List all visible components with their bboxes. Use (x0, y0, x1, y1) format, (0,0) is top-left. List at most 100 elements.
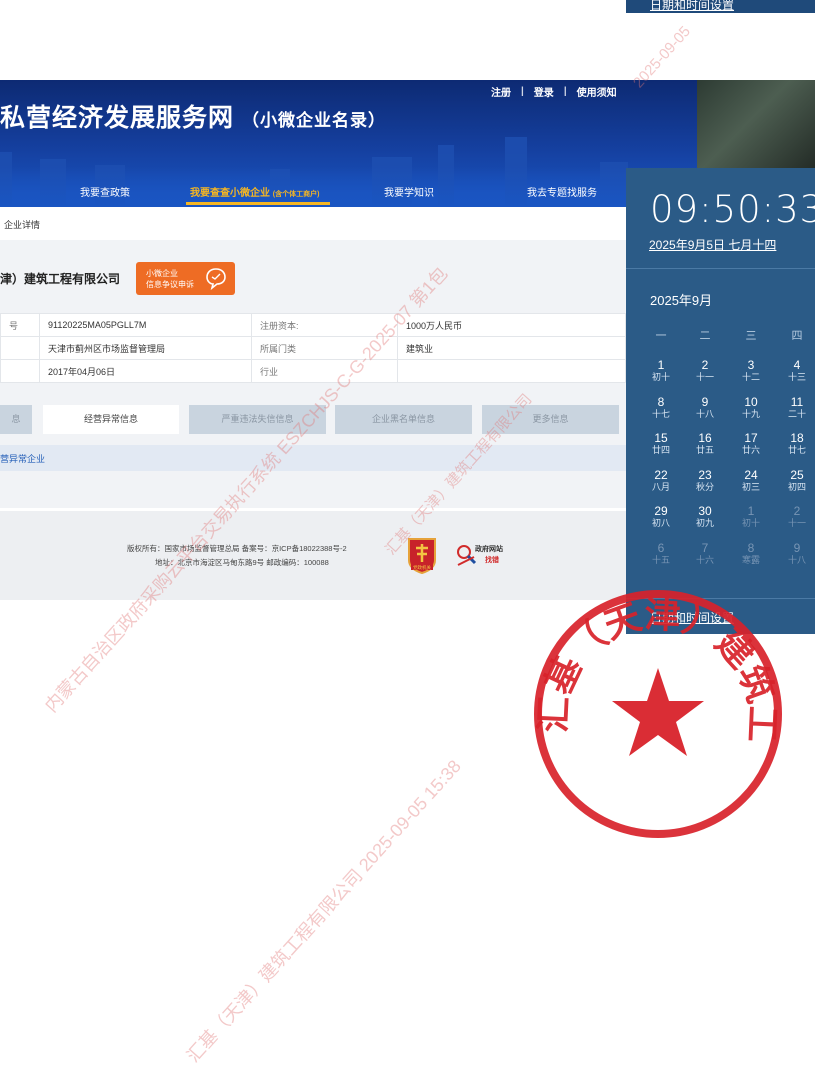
table-value: 天津市蓟州区市场监督管理局 (39, 336, 252, 360)
calendar-day[interactable]: 9 十八 (777, 540, 815, 566)
calendar-day[interactable]: 2 十一 (685, 359, 725, 383)
dispute-appeal-button[interactable]: 小微企业 信息争议申诉 (136, 262, 235, 295)
day-number: 1 (657, 358, 665, 372)
calendar-day[interactable]: 24 初三 (731, 467, 771, 493)
day-number: 18 (790, 431, 804, 445)
dispute-line1: 小微企业 (146, 269, 178, 278)
site-banner: 私营经济发展服务网 （小微企业名录） 注册 | 登录 | 使用须知 我要查政策 我… (0, 80, 697, 207)
clock-date-link[interactable]: 2025年9月5日 七月十四 (649, 236, 776, 253)
company-seal-stamp: 汇基（天津）建筑工程有限公司 (527, 583, 783, 838)
usage-notice-link[interactable]: 使用须知 (577, 84, 617, 99)
calendar-day[interactable]: 3 十二 (731, 359, 771, 383)
day-number: 1 (747, 504, 755, 518)
top-links: 注册 | 登录 | 使用须知 (491, 84, 617, 99)
calendar-day[interactable]: 9 十八 (685, 394, 725, 420)
company-info-table: 号 91120225MA05PGLL7M 注册资本: 1000万人民币 天津市蓟… (0, 313, 626, 383)
table-row: 2017年04月06日 行业 (0, 359, 626, 383)
lunar-day: 廿六 (741, 445, 760, 455)
day-number: 9 (701, 394, 709, 409)
tab-basic-info[interactable]: 息 (0, 405, 32, 434)
weekday-label: 四 (791, 330, 803, 342)
nav-policy[interactable]: 我要查政策 (80, 184, 130, 199)
calendar-month-label[interactable]: 2025年9月 (650, 290, 712, 309)
lunar-day: 十九 (741, 408, 760, 419)
calendar-day[interactable]: 18 廿七 (777, 432, 815, 456)
day-number: 16 (698, 431, 712, 445)
login-link[interactable]: 登录 (534, 84, 554, 99)
party-gov-emblem-icon[interactable]: 党政机关 (407, 536, 437, 574)
gov-badge-line1: 政府网站 (475, 546, 503, 553)
nav-small-business[interactable]: 我要查查小微企业 (含个体工商户) (190, 184, 319, 199)
table-label: 号 (0, 313, 40, 337)
calendar-day[interactable]: 6 十五 (641, 541, 681, 566)
watermark-text: 汇基（天津）建筑工程有限公司 2025-09-05 15:38 (182, 756, 465, 1067)
day-number: 3 (747, 358, 755, 372)
calendar-day[interactable]: 15 廿四 (641, 432, 681, 456)
gov-site-error-badge[interactable]: 政府网站 找错 (455, 542, 519, 568)
calendar-settings-link-top[interactable]: 日期和时间设置 (650, 0, 734, 13)
day-number: 9 (793, 540, 801, 555)
site-title: 私营经济发展服务网 （小微企业名录） (0, 104, 387, 132)
lunar-day: 十七 (651, 408, 670, 419)
emblem-label: 党政机关 (413, 564, 431, 571)
table-label (0, 336, 40, 360)
calendar-day[interactable]: 16 廿五 (685, 432, 725, 456)
table-value: 建筑业 (397, 336, 626, 360)
day-number: 29 (654, 504, 668, 518)
day-number: 2 (793, 504, 801, 518)
clock-time: 09:50:33 (650, 188, 815, 231)
table-row: 号 91120225MA05PGLL7M 注册资本: 1000万人民币 (0, 313, 626, 337)
lunar-day: 廿七 (787, 445, 806, 455)
lunar-day: 二十 (787, 408, 806, 419)
lunar-day: 廿四 (651, 445, 670, 455)
calendar-day[interactable]: 10 十九 (731, 395, 771, 420)
lunar-day: 廿五 (695, 445, 714, 455)
calendar-day[interactable]: 22 八月 (641, 468, 681, 493)
magnifier-icon (457, 545, 477, 566)
background-image (697, 80, 815, 170)
day-number: 11 (790, 394, 804, 409)
day-number: 8 (657, 394, 665, 409)
nav-knowledge[interactable]: 我要学知识 (384, 184, 434, 199)
lunar-day: 初八 (651, 518, 670, 528)
company-name: 津）建筑工程有限公司 (0, 272, 121, 286)
calendar-day[interactable]: 7 十六 (685, 540, 725, 566)
tab-blacklist[interactable]: 企业黑名单信息 (335, 405, 472, 434)
calendar-day[interactable]: 1 初十 (731, 505, 771, 529)
calendar-day[interactable]: 4 十三 (777, 359, 815, 383)
lunar-day: 十五 (651, 554, 670, 565)
calendar-day[interactable]: 29 初八 (641, 505, 681, 529)
status-message: 营异常企业 (0, 445, 626, 471)
table-value: 91120225MA05PGLL7M (39, 313, 252, 337)
day-number: 25 (790, 467, 804, 482)
calendar-day[interactable]: 23 秋分 (685, 468, 725, 493)
calendar-day[interactable]: 25 初四 (777, 467, 815, 493)
register-link[interactable]: 注册 (491, 84, 511, 99)
day-number: 2 (701, 358, 709, 372)
weekday-label: 二 (699, 330, 711, 342)
table-label (0, 359, 40, 383)
day-number: 30 (698, 504, 712, 518)
day-number: 24 (744, 467, 758, 482)
calendar-day[interactable]: 11 二十 (777, 394, 815, 420)
lunar-day: 初九 (695, 518, 714, 528)
calendar-day[interactable]: 17 廿六 (731, 432, 771, 456)
lunar-day: 十一 (787, 518, 806, 528)
table-value: 1000万人民币 (397, 313, 626, 337)
calendar-day[interactable]: 8 寒露 (731, 541, 771, 566)
lunar-day: 秋分 (695, 481, 714, 492)
calendar-day[interactable]: 1 初十 (641, 359, 681, 383)
calendar-day[interactable]: 30 初九 (685, 505, 725, 529)
calendar-day[interactable]: 8 十七 (641, 394, 681, 420)
lunar-day: 十八 (787, 554, 806, 565)
tab-abnormal-operation[interactable]: 经营异常信息 (43, 405, 179, 434)
footer-copyright: 版权所有：国家市场监督管理总局 备案号：京ICP备18022388号-2 (127, 544, 347, 553)
table-row: 天津市蓟州区市场监督管理局 所属门类 建筑业 (0, 336, 626, 360)
nav-services[interactable]: 我去专题找服务 (527, 184, 597, 199)
site-subtitle: （小微企业名录） (242, 111, 387, 130)
calendar-day[interactable]: 2 十一 (777, 505, 815, 529)
day-number: 7 (701, 540, 709, 555)
clock-calendar-flyout: 09:50:33 2025年9月5日 七月十四 2025年9月 日期和时间设置 … (626, 168, 815, 634)
weekday-label: 三 (745, 330, 757, 342)
weekday-label: 一 (655, 330, 667, 342)
